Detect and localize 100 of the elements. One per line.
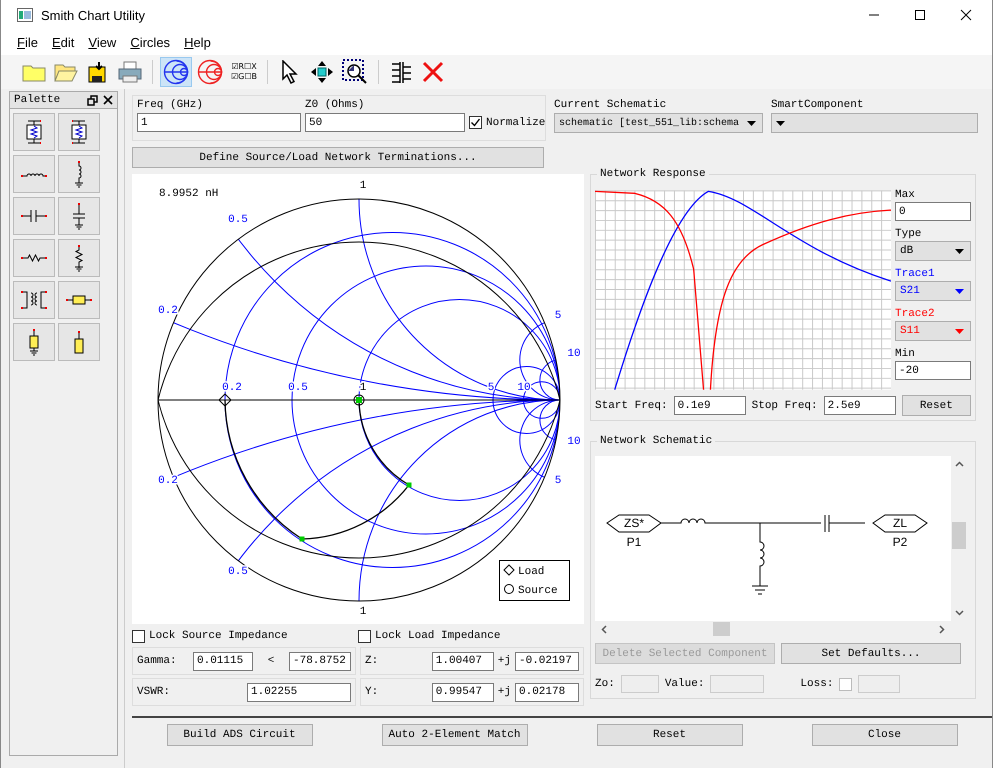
port-name: ZL <box>893 516 907 530</box>
input-field[interactable]: 0.1e9 <box>674 396 746 415</box>
palette-button[interactable] <box>13 113 55 151</box>
source-marker <box>354 394 364 406</box>
dropdown-arrow-icon <box>776 120 785 126</box>
toolbar-button[interactable]: ☑R☐X ☑G☐B <box>228 57 260 87</box>
chevron-right-icon[interactable] <box>939 624 945 634</box>
menu-item[interactable]: File <box>17 35 38 50</box>
checkbox[interactable] <box>469 116 482 129</box>
palette-button[interactable] <box>13 197 55 235</box>
field-label: Current Schematic <box>554 99 668 111</box>
field-label: Value: <box>664 678 704 690</box>
palette-button[interactable] <box>58 239 100 277</box>
field-label: Type <box>895 228 922 240</box>
menu-item[interactable]: Circles <box>130 35 170 50</box>
define-terminations-button[interactable]: Define Source/Load Network Terminations... <box>132 147 544 168</box>
chevron-down-icon[interactable] <box>954 610 964 616</box>
palette-button[interactable] <box>58 155 100 193</box>
type-dropdown[interactable]: dB <box>895 241 971 261</box>
legend-label: Source <box>518 585 558 597</box>
field-label: Gamma: <box>137 655 178 667</box>
input-field[interactable]: -20 <box>895 361 971 380</box>
load-marker <box>218 393 232 407</box>
trace-label: Trace1 <box>895 268 936 280</box>
checkbox-label: Lock Load Impedance <box>375 630 500 642</box>
palette-button[interactable] <box>58 323 100 361</box>
component-icon <box>74 330 84 354</box>
checkbox[interactable] <box>839 678 852 690</box>
port-label: P1 <box>626 535 642 549</box>
open-folder-icon <box>54 62 78 82</box>
scale-label: 10 <box>567 436 581 448</box>
trace-label: Trace2 <box>895 308 936 320</box>
scale-label: 0.2 <box>158 305 178 317</box>
input-field[interactable]: 0 <box>895 202 971 221</box>
component-icon <box>74 244 84 272</box>
palette-button[interactable] <box>13 239 55 277</box>
port-shape <box>872 514 928 532</box>
input-field[interactable]: 0.02178 <box>515 682 579 702</box>
dialog-button[interactable]: Build ADS Circuit <box>166 724 312 746</box>
dropdown-arrow-icon <box>955 288 964 294</box>
input-field[interactable]: 1 <box>137 113 301 132</box>
dialog-button[interactable]: Close <box>812 724 958 746</box>
scale-label: 0.5 <box>228 214 248 226</box>
palette-button[interactable] <box>58 113 100 151</box>
chevron-left-icon[interactable] <box>601 624 607 634</box>
scale-label: 1 <box>360 606 366 618</box>
scroll-thumb[interactable] <box>952 522 966 549</box>
scroll-thumb[interactable] <box>713 622 730 636</box>
palette-button[interactable] <box>58 281 100 319</box>
field-label: Stop Freq: <box>752 400 818 412</box>
input-field[interactable]: -78.8752 <box>289 652 351 670</box>
field-label: Z: <box>365 655 380 667</box>
menu-item[interactable]: View <box>88 35 116 50</box>
panel-title: Network Response <box>597 168 709 180</box>
trace-dropdown[interactable]: S21 <box>895 281 971 301</box>
scale-label: 1 <box>360 382 366 394</box>
schematic-dropdown[interactable]: schematic [test_551_lib:schema <box>554 113 763 133</box>
chevron-up-icon[interactable] <box>954 461 964 467</box>
dialog-button[interactable]: Auto 2-Element Match <box>382 724 528 746</box>
input-field[interactable]: 2.5e9 <box>824 396 896 415</box>
component-icon <box>74 160 84 188</box>
angle-symbol: < <box>266 655 276 667</box>
palette-button[interactable] <box>58 197 100 235</box>
scale-label: 0.5 <box>228 566 248 578</box>
port-label: P2 <box>892 535 908 549</box>
input-field[interactable]: 0.01115 <box>193 652 253 670</box>
checkbox[interactable] <box>358 630 371 642</box>
close-icon[interactable] <box>960 9 972 21</box>
dialog-button[interactable]: Reset <box>596 724 742 746</box>
close-icon[interactable] <box>103 95 113 105</box>
set-defaults-button[interactable]: Set Defaults... <box>781 643 961 664</box>
field-label: Z0 (Ohms) <box>305 99 366 111</box>
field-label: Zo: <box>595 678 615 690</box>
input-field[interactable] <box>620 675 659 693</box>
checkbox[interactable] <box>132 630 145 642</box>
restore-icon[interactable] <box>87 94 98 106</box>
reset-button[interactable]: Reset <box>902 395 971 416</box>
input-field[interactable]: 1.02255 <box>247 682 351 702</box>
menu-item[interactable]: Help <box>184 35 211 50</box>
dropdown-arrow-icon <box>955 328 964 334</box>
app-icon <box>17 8 33 22</box>
palette-button[interactable] <box>13 323 55 361</box>
input-field[interactable]: 0.99547 <box>432 682 494 702</box>
input-field[interactable]: 1.00407 <box>432 652 494 670</box>
smith-chart-icon <box>163 59 189 85</box>
input-field[interactable] <box>710 675 764 693</box>
field-label: Start Freq: <box>595 400 668 412</box>
input-field[interactable] <box>858 675 900 693</box>
component-icon <box>72 202 86 230</box>
port-name: ZS* <box>624 516 644 530</box>
scale-label: 1 <box>360 180 366 192</box>
field-label: Freq (GHz) <box>137 99 204 111</box>
toolbar-option-text: ☑R☐X <box>231 62 258 72</box>
component-icon <box>26 119 42 145</box>
input-field[interactable]: 50 <box>305 113 465 132</box>
field-label: SmartComponent <box>771 99 864 111</box>
menu-item[interactable]: Edit <box>52 35 74 50</box>
input-field[interactable]: -0.02197 <box>515 652 579 670</box>
maximize-icon[interactable] <box>914 9 926 21</box>
palette-button[interactable] <box>13 281 55 319</box>
